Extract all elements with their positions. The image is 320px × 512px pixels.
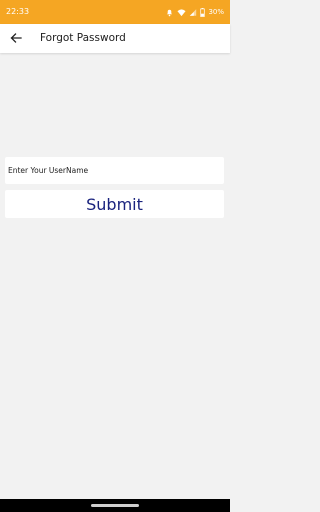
battery-icon bbox=[200, 7, 206, 17]
status-bar: 22:33 30% bbox=[0, 0, 230, 24]
status-time: 22:33 bbox=[6, 7, 30, 16]
username-input[interactable] bbox=[5, 157, 224, 184]
back-button[interactable] bbox=[8, 30, 24, 46]
app-bar: Forgot Password bbox=[0, 24, 230, 53]
wifi-icon bbox=[177, 8, 186, 17]
submit-button[interactable]: Submit bbox=[5, 190, 224, 218]
battery-percentage: 30% bbox=[208, 8, 224, 16]
back-arrow-icon bbox=[10, 29, 22, 48]
page-title: Forgot Password bbox=[40, 32, 126, 44]
status-icons: 30% bbox=[165, 6, 224, 18]
signal-icon bbox=[189, 8, 197, 17]
notification-icon bbox=[165, 8, 174, 17]
navigation-bar bbox=[0, 499, 230, 512]
home-gesture-handle[interactable] bbox=[91, 504, 139, 507]
